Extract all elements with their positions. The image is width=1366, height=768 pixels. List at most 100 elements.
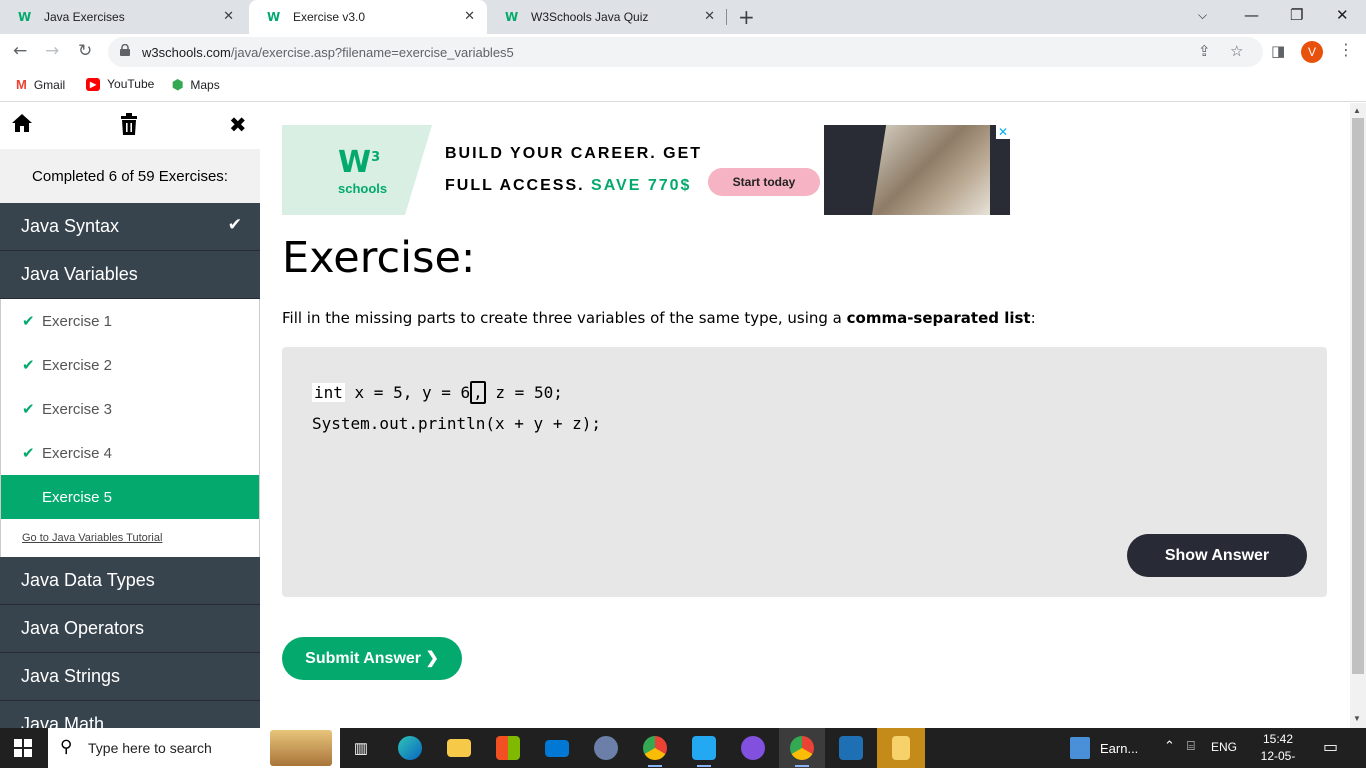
system-clock[interactable]: 15:42 12-05-2023 [1248,731,1308,768]
category-label: Java Strings [21,666,121,686]
menu-kebab-icon[interactable]: ⋮ [1338,40,1354,59]
exercise-item-3[interactable]: ✔ Exercise 3 [1,387,259,431]
close-sidebar-icon[interactable]: ✖ [229,113,247,137]
w3schools-favicon-icon: W [267,10,281,24]
bookmark-gmail[interactable]: M Gmail [16,77,65,92]
tab-separator [726,9,727,25]
exercise-instruction: Fill in the missing parts to create thre… [282,309,1036,327]
answer-input-separator[interactable]: , [470,381,486,404]
w3-logo-mark: W3 [338,145,381,180]
show-answer-button[interactable]: Show Answer [1127,534,1307,577]
answer-input-type[interactable]: int [312,383,345,402]
tab-title: W3Schools Java Quiz [531,10,649,24]
code-editor: int x = 5, y = 6, z = 50; System.out.pri… [282,347,1327,597]
search-highlight-image [270,730,332,766]
lock-icon[interactable] [120,43,130,59]
mail-icon[interactable] [534,728,580,768]
restore-icon[interactable]: ❐ [1290,6,1303,24]
exercise-item-5[interactable]: Exercise 5 [1,475,259,519]
checkmark-icon: ✔ [22,312,35,330]
category-java-operators[interactable]: Java Operators [0,605,260,653]
category-java-strings[interactable]: Java Strings [0,653,260,701]
advertisement-banner[interactable]: W3 schools BUILD YOUR CAREER. GET FULL A… [282,125,1010,215]
category-label: Java Operators [21,618,145,638]
tab-java-exercises[interactable]: W Java Exercises ✕ [0,0,246,34]
tab-exercise-v3[interactable]: W Exercise v3.0 ✕ [249,0,487,34]
windows-start-icon[interactable] [14,739,32,757]
chrome-icon[interactable] [632,728,678,768]
pinned-app-icon[interactable] [877,728,925,768]
exercise-label: Exercise 3 [42,400,113,418]
scroll-up-arrow-icon[interactable]: ▲ [1353,106,1361,115]
side-panel-icon[interactable]: ◨ [1271,42,1285,60]
tutorial-link[interactable]: Go to Java Variables Tutorial [0,519,260,557]
bookmark-label: Maps [190,78,220,92]
back-arrow-icon[interactable]: ← [13,41,27,61]
share-icon[interactable]: ⇪ [1198,42,1211,60]
exercise-label: Exercise 2 [42,356,113,374]
browser-toolbar: ← → ↻ w3schools.com/java/exercise.asp?fi… [0,34,1366,70]
language-indicator[interactable]: ENG [1211,740,1237,754]
forward-arrow-icon[interactable]: → [45,41,59,61]
scrollbar-thumb[interactable] [1352,118,1364,674]
taskbar-search-box[interactable]: ⚲ Type here to search [48,728,340,768]
task-view-icon[interactable]: ▥ [338,728,384,768]
tab-search-chevron-icon[interactable]: ⌵ [1198,8,1207,23]
exercise-item-2[interactable]: ✔ Exercise 2 [1,343,259,387]
category-label: Java Data Types [21,570,155,590]
submit-answer-button[interactable]: Submit Answer ❯ [282,637,462,680]
trash-icon[interactable] [119,113,139,141]
bookmark-maps[interactable]: ⬢ Maps [172,77,220,93]
category-java-data-types[interactable]: Java Data Types [0,557,260,605]
bookmark-label: Gmail [33,77,66,92]
file-explorer-icon[interactable] [436,728,482,768]
microsoft-store-icon[interactable] [485,728,531,768]
code-line-2: System.out.println(x + y + z); [312,414,601,433]
profile-avatar[interactable]: V [1301,41,1323,63]
url-host: w3schools.com [142,45,231,60]
youtube-icon: ▶ [86,77,101,91]
bookmark-youtube[interactable]: ▶ YouTube [86,77,154,91]
window-close-icon[interactable]: ✕ [1336,6,1349,24]
tab-close-icon[interactable]: ✕ [464,9,475,24]
github-icon[interactable] [730,728,776,768]
ad-photo [824,125,1010,215]
ad-close-icon[interactable]: ✕ [996,125,1010,139]
show-hidden-icons-chevron-icon[interactable]: ⌃ [1164,739,1175,754]
scroll-down-arrow-icon[interactable]: ▼ [1353,714,1361,723]
tray-earn-app[interactable]: Earn... [1070,728,1138,768]
category-label: Java Variables [21,264,138,284]
exercise-item-4[interactable]: ✔ Exercise 4 [1,431,259,475]
minimize-icon[interactable]: — [1244,6,1259,24]
tab-java-quiz[interactable]: W W3Schools Java Quiz ✕ [487,0,727,34]
home-icon[interactable] [11,113,33,139]
logo-schools-text: schools [338,181,388,196]
progress-text: Completed 6 of 59 Exercises: [0,149,260,203]
bookmark-star-icon[interactable]: ☆ [1230,42,1243,60]
address-bar[interactable]: w3schools.com/java/exercise.asp?filename… [108,37,1263,67]
vscode-icon[interactable] [681,728,727,768]
category-java-variables[interactable]: Java Variables [0,251,260,299]
ad-headline-line2: FULL ACCESS. SAVE 770$ [445,177,692,194]
ad-start-today-button[interactable]: Start today [708,168,820,196]
reload-icon[interactable]: ↻ [78,41,92,61]
edge-icon[interactable] [387,728,433,768]
chrome-active-icon[interactable] [779,728,825,768]
url-text[interactable]: w3schools.com/java/exercise.asp?filename… [142,45,514,60]
exercise-list: ✔ Exercise 1 ✔ Exercise 2 ✔ Exercise 3 ✔… [0,299,260,519]
notification-icon[interactable]: ▭ [1323,737,1338,756]
exercise-item-1[interactable]: ✔ Exercise 1 [1,299,259,343]
w3schools-favicon-icon: W [18,10,32,24]
category-java-syntax[interactable]: Java Syntax ✔ [0,203,260,251]
category-java-math[interactable]: Java Math [0,701,260,728]
battery-icon[interactable]: ⌸ [1187,739,1195,754]
checkmark-icon: ✔ [22,356,35,374]
tab-close-icon[interactable]: ✕ [704,9,715,24]
tab-close-icon[interactable]: ✕ [223,9,234,24]
exercise-label: Exercise 4 [42,444,113,462]
category-label: Java Math [21,714,105,728]
photos-icon[interactable] [828,728,874,768]
clock-date: 12-05-2023 [1260,749,1296,768]
photo-app-icon[interactable] [583,728,629,768]
new-tab-plus-icon[interactable]: + [738,5,755,29]
